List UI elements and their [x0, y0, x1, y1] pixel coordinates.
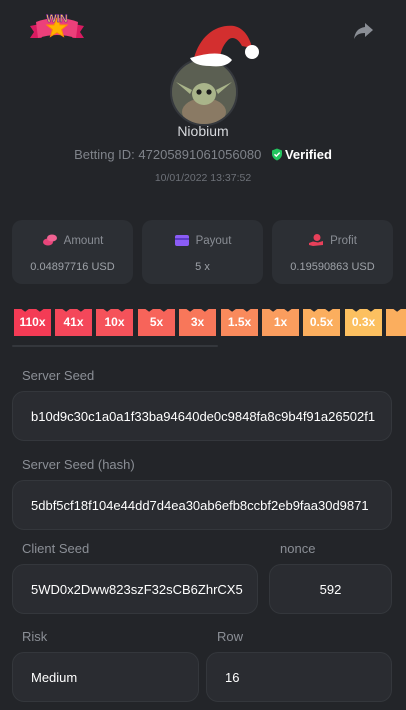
- payout-card: Payout 5 x: [142, 220, 263, 284]
- multiplier-chip: 10x: [96, 309, 133, 336]
- profit-label: Profit: [330, 235, 357, 247]
- coins-icon: [42, 234, 57, 246]
- multiplier-scroll-divider: [12, 345, 218, 347]
- multiplier-chip: 3x: [179, 309, 216, 336]
- profit-card: Profit 0.19590863 USD: [272, 220, 393, 284]
- amount-card: Amount 0.04897716 USD: [12, 220, 133, 284]
- multiplier-chip: 41x: [55, 309, 92, 336]
- win-badge-icon: WIN: [26, 8, 88, 48]
- row-label: Row: [217, 629, 244, 644]
- hand-coin-icon: [309, 234, 324, 246]
- multiplier-chip: 5x: [138, 309, 175, 336]
- nonce-label: nonce: [280, 541, 316, 556]
- server-seed-label: Server Seed: [22, 368, 95, 383]
- verified-label: Verified: [284, 147, 332, 162]
- share-icon[interactable]: [352, 20, 376, 42]
- betting-id-value: 47205891061056080: [138, 147, 262, 162]
- multiplier-chip: 0.5x: [303, 309, 340, 336]
- server-seed-hash-label: Server Seed (hash): [22, 457, 135, 472]
- payout-value: 5 x: [195, 261, 210, 273]
- santa-hat-icon: [186, 18, 262, 70]
- multiplier-chip: 1.5x: [221, 309, 258, 336]
- nonce-field[interactable]: 592: [269, 564, 392, 614]
- multiplier-row: 110x 41x 10x 5x 3x 1.5x 1x 0.5x 0.3x: [0, 309, 406, 337]
- client-seed-label: Client Seed: [22, 541, 90, 556]
- betting-id-label: Betting ID:: [74, 147, 135, 162]
- betting-id-row: Betting ID: 47205891061056080 Verified: [0, 147, 406, 162]
- row-field[interactable]: 16: [206, 652, 392, 702]
- wallet-icon: [174, 235, 189, 246]
- server-seed-field[interactable]: b10d9c30c1a0a1f33ba94640de0c9848fa8c9b4f…: [12, 391, 392, 441]
- risk-field[interactable]: Medium: [12, 652, 199, 702]
- risk-label: Risk: [22, 629, 48, 644]
- multiplier-chip: 110x: [14, 309, 51, 336]
- multiplier-chip: [386, 309, 406, 336]
- bet-datetime: 10/01/2022 13:37:52: [154, 172, 252, 184]
- multiplier-chip: 1x: [262, 309, 299, 336]
- multiplier-chip: 0.3x: [345, 309, 382, 336]
- payout-label: Payout: [195, 235, 232, 247]
- server-seed-hash-field[interactable]: 5dbf5cf18f104e44dd7d4ea30ab6efb8ccbf2eb9…: [12, 480, 392, 530]
- profit-value: 0.19590863 USD: [290, 261, 375, 273]
- verified-shield-icon: [271, 148, 282, 161]
- svg-text:WIN: WIN: [46, 13, 67, 25]
- username: Niobium: [177, 123, 229, 139]
- amount-value: 0.04897716 USD: [30, 261, 115, 273]
- amount-label: Amount: [63, 235, 104, 247]
- client-seed-field[interactable]: 5WD0x2Dww823szF32sCB6ZhrCX5: [12, 564, 258, 614]
